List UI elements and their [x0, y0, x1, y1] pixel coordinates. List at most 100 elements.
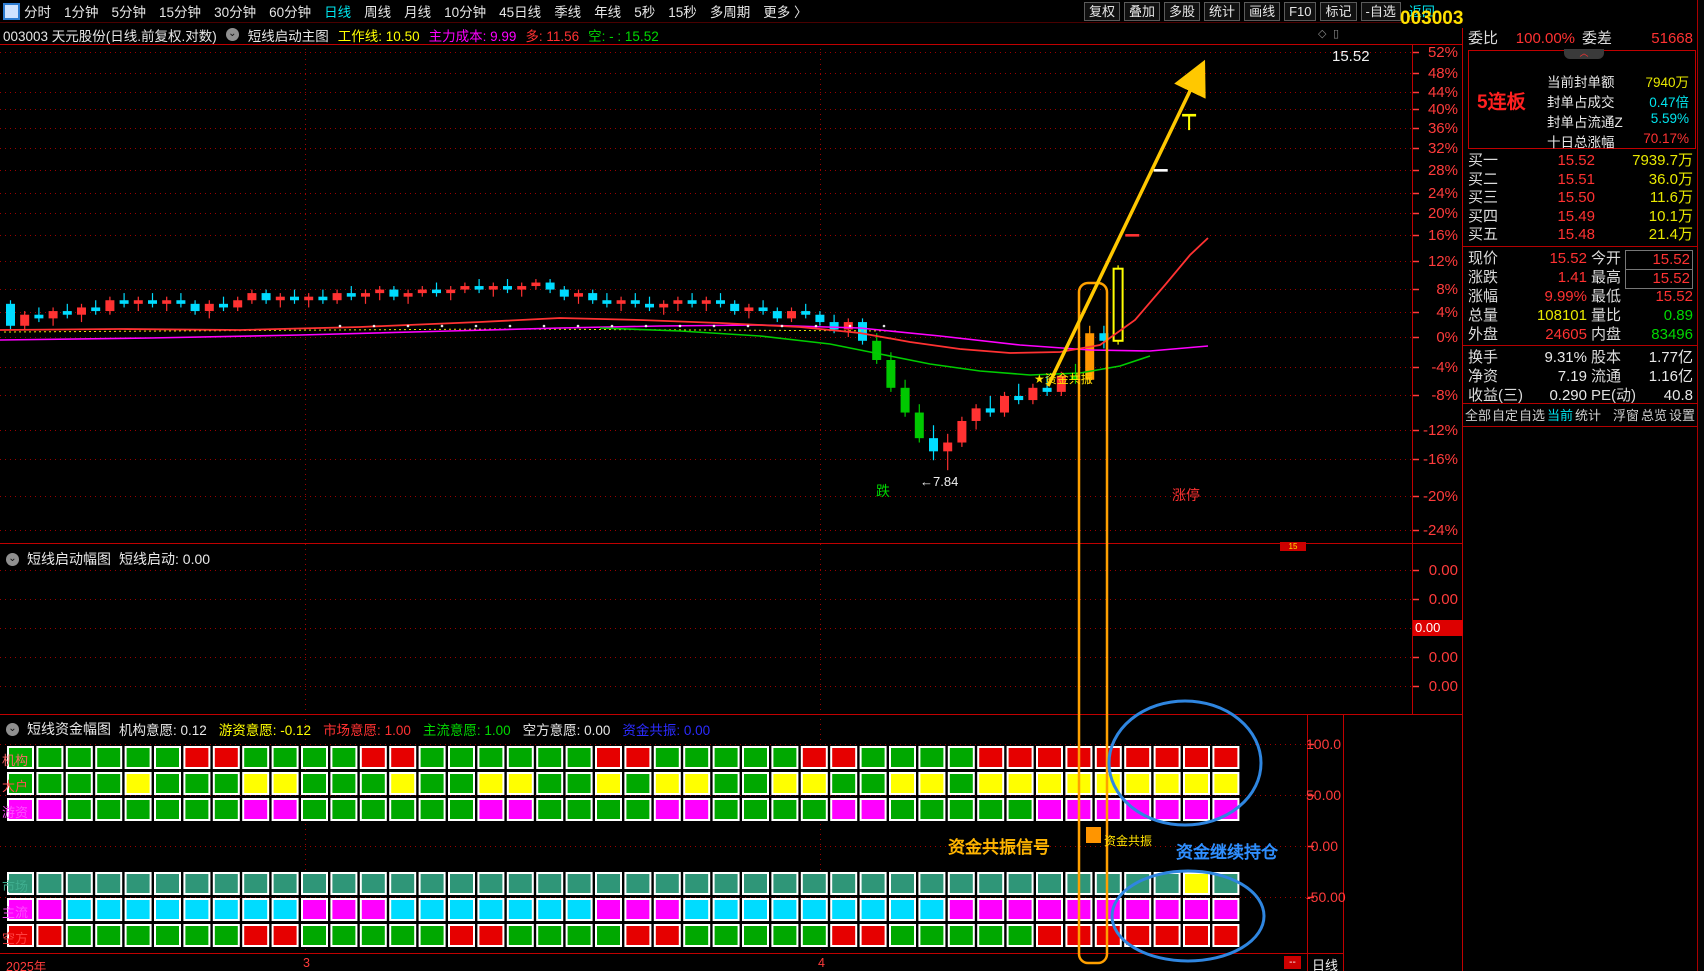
limit-up-label: 涨停 [1172, 487, 1200, 503]
stat-row: 现价 15.52 今开 15.52 [1463, 250, 1697, 270]
stat-value-股本: 1.77亿 [1648, 349, 1693, 366]
right-edge-strip [1698, 0, 1704, 971]
timebar-dash-badge[interactable]: -- [1284, 956, 1301, 969]
b-axis-label-100.0: 100.0 [1306, 736, 1342, 752]
sidebar-tab-设置[interactable]: 设置 [1669, 405, 1695, 424]
stat-row: 换手 9.31% 股本 1.77亿 [1463, 349, 1697, 367]
stat-value-量比: 0.89 [1663, 307, 1693, 324]
stat-label-量比: 量比 [1591, 307, 1622, 324]
star-signal-label: ★资金共振 [1034, 372, 1093, 386]
mid-axis-current-value: 0.00 [1413, 620, 1464, 636]
mid-axis-label: 0.00 [1428, 649, 1458, 666]
main-axis-label--20%: -20% [1422, 488, 1458, 505]
mid-axis-label: 0.00 [1428, 591, 1458, 608]
resonance-marker-icon [1086, 827, 1101, 843]
main-axis-label-48%: 48% [1427, 65, 1458, 82]
collapse-icon[interactable]: ⌄ [6, 552, 19, 566]
mid-panel-header: ⌄ 短线启动幅图 短线启动: 0.00 [6, 549, 210, 569]
bid-price: 15.52 [1557, 152, 1595, 169]
stat-label-净资: 净资 [1468, 368, 1499, 385]
seal-value: 0.47倍 [1649, 95, 1689, 110]
bid-row-买五: 买五 15.48 21.4万 [1463, 226, 1697, 244]
mid-panel-value: 短线启动: 0.00 [119, 551, 211, 567]
b-axis-label--50.00: -50.00 [1306, 889, 1346, 905]
sidebar-tab-浮窗[interactable]: 浮窗 [1613, 405, 1639, 424]
stat-label-涨跌: 涨跌 [1468, 269, 1499, 286]
stat-label-现价: 现价 [1468, 250, 1499, 267]
stat-value-流通: 1.16亿 [1648, 368, 1693, 385]
sidebar-tab-当前[interactable]: 当前 [1547, 405, 1573, 424]
main-axis-label-36%: 36% [1427, 120, 1458, 137]
fall-marker: 跌 [876, 483, 890, 499]
b-panel-stat: 游资意愿: -0.12 [218, 723, 312, 738]
main-axis-label-8%: 8% [1436, 281, 1458, 298]
stat-label-流通: 流通 [1591, 368, 1622, 385]
stat-label-内盘: 内盘 [1591, 326, 1622, 343]
fund-row-label-游资: 游资 [2, 805, 29, 820]
seal-row-封单占成交: 封单占成交 0.47倍 [1547, 91, 1691, 111]
collapse-icon[interactable]: ⌄ [6, 722, 19, 736]
stat-value-换手: 9.31% [1544, 349, 1587, 366]
main-axis-label-44%: 44% [1427, 84, 1458, 101]
sidebar-tab-统计[interactable]: 统计 [1575, 405, 1601, 424]
bid-amount: 11.6万 [1649, 189, 1693, 207]
weicha-label: 委差 [1582, 30, 1613, 47]
collapse-tab-icon[interactable]: ︿ [1564, 49, 1604, 59]
sidebar-tab-全部[interactable]: 全部 [1465, 405, 1491, 424]
stat-row: 外盘 24605 内盘 83496 [1463, 326, 1697, 344]
b-panel-stat: 资金共振: 0.00 [622, 723, 711, 738]
stat-row: 涨幅 9.99% 最低 15.52 [1463, 288, 1697, 306]
main-axis-label-20%: 20% [1427, 205, 1458, 222]
fund-row-label-市场: 市场 [2, 879, 29, 894]
stat-value-内盘: 83496 [1651, 326, 1693, 343]
seal-row-十日总涨幅: 十日总涨幅 70.17% [1547, 131, 1691, 151]
timebar-year: 2025年 [6, 960, 47, 971]
b-panel-stat: 主流意愿: 1.00 [422, 723, 511, 738]
panel-toggle-icon[interactable]: ▯ [1333, 27, 1339, 40]
bid-price: 15.50 [1557, 189, 1595, 207]
weibi-row: 委比 100.00% 委差 51668 [1463, 30, 1697, 48]
divider-tag: 15 [1280, 542, 1306, 551]
main-axis-label--24%: -24% [1422, 522, 1458, 539]
mid-panel-title: 短线启动幅图 [27, 551, 111, 567]
main-axis-label--4%: -4% [1431, 359, 1458, 376]
seal-value: 7940万 [1645, 75, 1689, 90]
stat-value-涨幅: 9.99% [1544, 288, 1587, 305]
fund-row-label-主流: 主流 [2, 905, 29, 920]
main-axis-label--8%: -8% [1431, 387, 1458, 404]
main-axis-label-4%: 4% [1436, 304, 1458, 321]
main-axis-label-40%: 40% [1427, 101, 1458, 118]
diamond-icon[interactable]: ◇ [1318, 27, 1326, 40]
lianban-badge: 5连板 [1477, 92, 1526, 113]
bid-label: 买四 [1468, 207, 1499, 225]
weibi-value: 100.00% [1515, 30, 1575, 47]
stat-value-涨跌: 1.41 [1557, 269, 1587, 286]
seal-value: 5.59% [1650, 111, 1689, 126]
resonance-signal-label: 资金共振信号 [948, 838, 1050, 857]
b-panel-stat: 空方意愿: 0.00 [522, 723, 611, 738]
weibi-label: 委比 [1468, 30, 1499, 47]
main-axis-label-52%: 52% [1427, 44, 1458, 61]
sidebar-tab-自定[interactable]: 自定 [1492, 405, 1518, 424]
low-price-label: ←7.84 [920, 474, 959, 489]
hold-funds-label: 资金继续持仓 [1176, 843, 1278, 862]
seal-info-box: ︿ 5连板 当前封单额 7940万 封单占成交 0.47倍 封单占流通Z 5.59% 十日总… [1468, 49, 1696, 151]
bid-row-买二: 买二 15.51 36.0万 [1463, 171, 1697, 189]
stat-value-最低: 15.52 [1655, 288, 1693, 305]
main-axis-label--12%: -12% [1422, 422, 1458, 439]
stat-label-最低: 最低 [1591, 288, 1622, 305]
fund-row-label-空方: 空方 [2, 931, 29, 946]
stat-label-今开: 今开 [1591, 250, 1622, 267]
sidebar-tab-总览[interactable]: 总览 [1641, 405, 1667, 424]
b-panel-stat: 机构意愿: 0.12 [119, 723, 207, 738]
sidebar-tabs: 全部 自定 自选 当前 统计 浮窗 总览 设置 [1463, 405, 1697, 423]
bid-row-买三: 买三 15.50 11.6万 [1463, 189, 1697, 207]
bid-amount: 7939.7万 [1632, 152, 1693, 169]
stat-row: 涨跌 1.41 最高 15.52 [1463, 269, 1697, 289]
timebar-period[interactable]: 日线 [1312, 955, 1338, 971]
timebar-month-3: 3 [303, 956, 310, 970]
sidebar-tab-自选[interactable]: 自选 [1519, 405, 1545, 424]
stat-row: 净资 7.19 流通 1.16亿 [1463, 368, 1697, 386]
bid-amount: 21.4万 [1648, 226, 1693, 244]
main-axis-label-24%: 24% [1427, 185, 1458, 202]
